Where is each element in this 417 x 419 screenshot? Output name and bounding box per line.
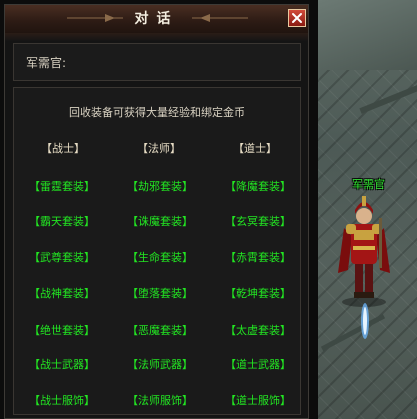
option-taoist-set-5[interactable]: 【太虚套装】 <box>210 322 306 338</box>
option-mage-set-3[interactable]: 【生命套装】 <box>112 249 208 265</box>
option-warrior-set-4[interactable]: 【战神套装】 <box>14 285 110 301</box>
option-mage-outfit[interactable]: 【法师服饰】 <box>112 392 208 408</box>
option-taoist-set-1[interactable]: 【降魔套装】 <box>210 178 306 194</box>
npc-speaker-box: 军需官: <box>13 43 301 81</box>
npc-dialog: 对话 军需官: 回收装备可获得大量经验和绑定金币 【战士】 【法师】 【道士】 … <box>4 4 309 419</box>
option-warrior-weapon[interactable]: 【战士武器】 <box>14 356 110 372</box>
option-warrior-set-1[interactable]: 【雷霆套装】 <box>14 178 110 194</box>
class-header-warrior: 【战士】 <box>41 142 85 155</box>
close-icon <box>292 13 302 23</box>
dialog-title-bar[interactable]: 对话 <box>5 5 308 34</box>
option-warrior-set-3[interactable]: 【武尊套装】 <box>14 249 110 265</box>
dialog-title: 对话 <box>134 11 179 27</box>
scene-wall-edge <box>359 82 417 114</box>
option-taoist-weapon[interactable]: 【道士武器】 <box>210 356 306 372</box>
option-warrior-set-2[interactable]: 【霸天套装】 <box>14 213 110 229</box>
option-mage-set-1[interactable]: 【劫邪套装】 <box>112 178 208 194</box>
option-mage-set-5[interactable]: 【恶魔套装】 <box>112 322 208 338</box>
option-warrior-outfit[interactable]: 【战士服饰】 <box>14 392 110 408</box>
dialog-content: 回收装备可获得大量经验和绑定金币 【战士】 【法师】 【道士】 【雷霆套装】 【… <box>13 87 301 415</box>
option-taoist-outfit[interactable]: 【道士服饰】 <box>210 392 306 408</box>
scene-wall <box>318 0 417 70</box>
option-warrior-set-5[interactable]: 【绝世套装】 <box>14 322 110 338</box>
option-mage-set-4[interactable]: 【堕落套装】 <box>112 285 208 301</box>
class-header-mage: 【法师】 <box>137 142 181 155</box>
npc-character[interactable] <box>334 188 394 308</box>
npc-speaker-label: 军需官: <box>26 56 67 70</box>
dialog-intro-text: 回收装备可获得大量经验和绑定金币 <box>69 106 245 119</box>
class-header-taoist: 【道士】 <box>233 142 277 155</box>
scene-wall-edge-lower <box>320 313 386 352</box>
option-taoist-set-4[interactable]: 【乾坤套装】 <box>210 285 306 301</box>
option-mage-set-2[interactable]: 【诛魔套装】 <box>112 213 208 229</box>
title-divider <box>5 33 308 41</box>
option-mage-weapon[interactable]: 【法师武器】 <box>112 356 208 372</box>
light-effect <box>361 303 369 339</box>
option-taoist-set-3[interactable]: 【赤霄套装】 <box>210 249 306 265</box>
close-button[interactable] <box>288 9 306 27</box>
option-taoist-set-2[interactable]: 【玄冥套装】 <box>210 213 306 229</box>
